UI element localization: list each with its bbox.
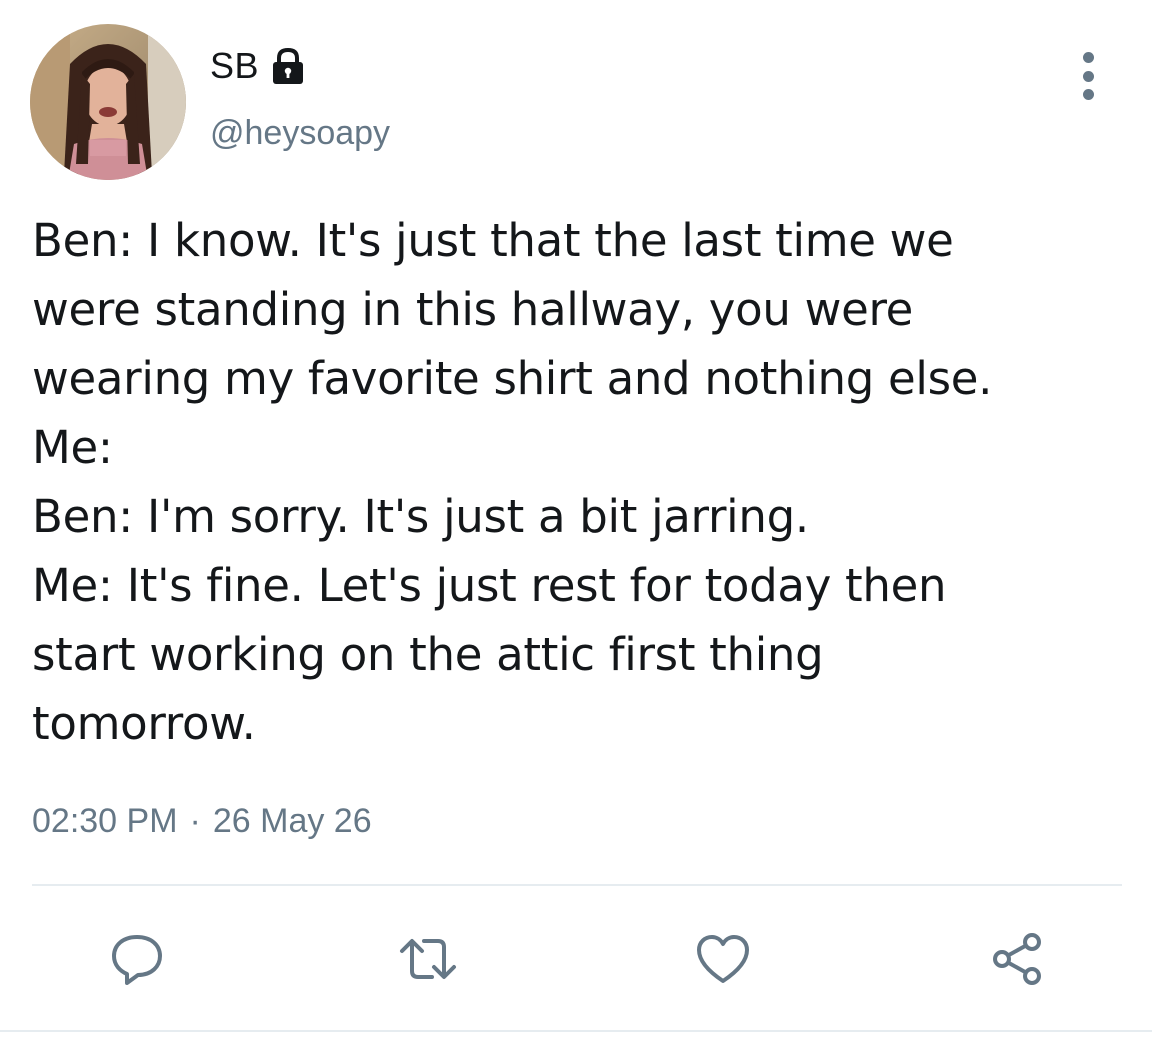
tweet-text: Ben: I know. It's just that the last tim… — [32, 206, 1122, 758]
divider — [32, 884, 1122, 886]
like-button[interactable] — [688, 924, 758, 994]
tweet-text-line: were standing in this hallway, you were — [32, 283, 914, 336]
tweet-time: 02:30 PM — [32, 802, 178, 840]
share-button[interactable] — [982, 924, 1052, 994]
tweet-text-line: Me: — [32, 421, 113, 474]
retweet-button[interactable] — [393, 924, 463, 994]
display-name[interactable]: SB — [210, 45, 259, 87]
more-dot — [1082, 89, 1094, 100]
heart-icon — [697, 935, 749, 983]
tweet-text-line: start working on the attic first thing — [32, 628, 824, 681]
tweet-date: 26 May 26 — [212, 802, 372, 840]
tweet-timestamp[interactable]: 02:30 PM · 26 May 26 — [32, 802, 372, 841]
avatar[interactable] — [30, 24, 186, 180]
bottom-border — [0, 1030, 1152, 1032]
tweet-text-line: tomorrow. — [32, 697, 256, 750]
reply-button[interactable] — [102, 924, 172, 994]
share-icon — [993, 933, 1041, 985]
retweet-icon — [400, 939, 456, 979]
more-dot — [1082, 52, 1094, 63]
lock-icon — [267, 46, 309, 86]
user-name-row: SB — [210, 42, 309, 90]
avatar-photo — [30, 24, 186, 180]
reply-icon — [112, 935, 162, 985]
action-bar — [0, 924, 1152, 994]
tweet-text-line: Ben: I know. It's just that the last tim… — [32, 214, 954, 267]
more-dot — [1082, 70, 1094, 82]
tweet-text-line: Me: It's fine. Let's just rest for today… — [32, 559, 947, 612]
meta-separator: · — [189, 802, 201, 840]
more-options-button[interactable] — [1068, 52, 1108, 100]
tweet-text-line: wearing my favorite shirt and nothing el… — [32, 352, 993, 405]
user-handle[interactable]: @heysoapy — [210, 114, 390, 153]
tweet-card: SB @heysoapy Ben: I know. It's just that… — [0, 0, 1152, 1050]
tweet-text-line: Ben: I'm sorry. It's just a bit jarring. — [32, 490, 809, 543]
